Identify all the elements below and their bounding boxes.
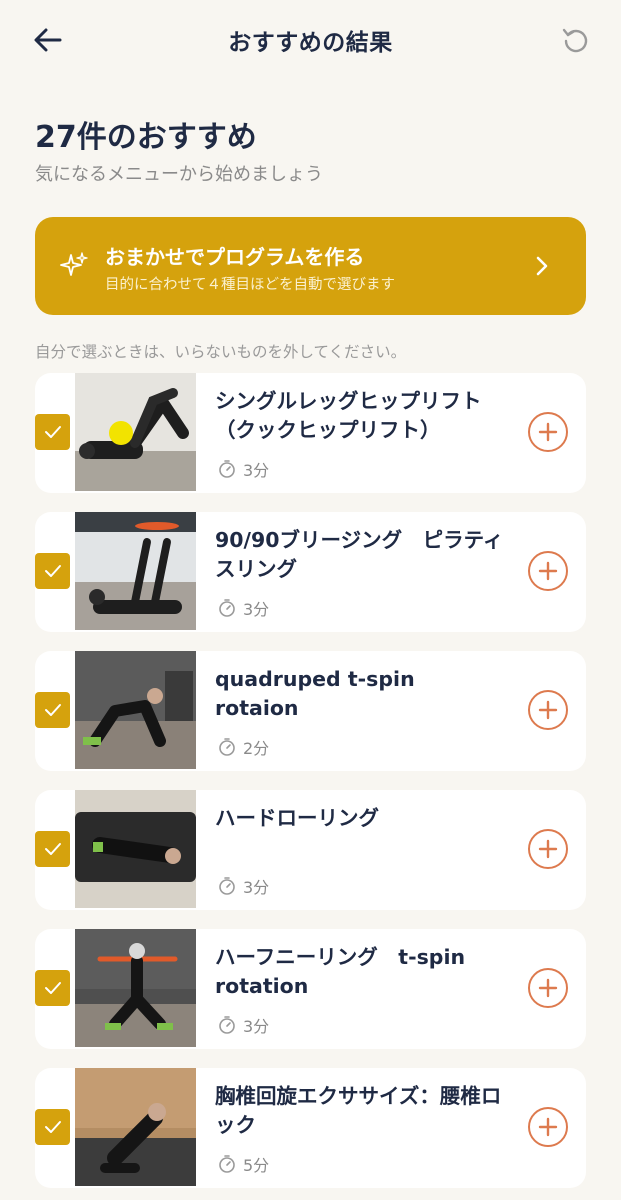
add-exercise-button[interactable] [528, 968, 568, 1008]
duration-text: 3分 [243, 878, 270, 897]
duration-text: 3分 [243, 461, 270, 480]
exercise-duration: 3分 [217, 1013, 269, 1037]
exercise-thumbnail [75, 1068, 196, 1186]
stopwatch-icon [219, 1016, 235, 1034]
exercise-name: 胸椎回旋エクササイズ：腰椎ロック [215, 1084, 502, 1137]
selection-hint: 自分で選ぶときは、いらないものを外してください。 [35, 343, 407, 361]
plus-icon [538, 839, 558, 859]
exercise-card[interactable]: quadruped t-spin rotaion 2分 [35, 651, 586, 771]
exercise-checkbox[interactable] [35, 831, 70, 867]
exercise-checkbox[interactable] [35, 553, 70, 589]
arrow-left-icon [34, 28, 62, 52]
exercise-name: quadruped t-spin rotaion [215, 667, 415, 720]
exercise-name: ハーフニーリング t-spin rotation [215, 945, 466, 998]
exercise-card[interactable]: ハーフニーリング t-spin rotation 3分 [35, 929, 586, 1049]
plus-icon [538, 700, 558, 720]
exercise-thumbnail [75, 373, 196, 491]
exercise-thumbnail [75, 929, 196, 1047]
stopwatch-icon [219, 599, 235, 617]
duration-text: 5分 [243, 1156, 270, 1175]
exercise-card[interactable]: ハードローリング 3分 [35, 790, 586, 910]
chevron-right-icon [536, 256, 548, 276]
check-icon [44, 704, 61, 716]
exercise-duration: 3分 [217, 457, 269, 481]
exercise-checkbox[interactable] [35, 970, 70, 1006]
exercise-card[interactable]: シングルレッグヒップリフト（クックヒップリフト） 3分 [35, 373, 586, 493]
exercise-duration: 2分 [217, 735, 269, 759]
exercise-checkbox[interactable] [35, 692, 70, 728]
exercise-duration: 3分 [217, 874, 269, 898]
exercise-thumbnail [75, 651, 196, 769]
exercise-card[interactable]: 胸椎回旋エクササイズ：腰椎ロック 5分 [35, 1068, 586, 1188]
exercise-name: シングルレッグヒップリフト（クックヒップリフト） [215, 389, 482, 442]
duration-text: 2分 [243, 739, 270, 758]
stopwatch-icon [219, 877, 235, 895]
add-exercise-button[interactable] [528, 829, 568, 869]
reset-icon [562, 28, 588, 53]
check-icon [44, 843, 61, 855]
stopwatch-icon [219, 738, 235, 756]
result-count-title: 27件のおすすめ [35, 120, 257, 155]
exercise-checkbox[interactable] [35, 414, 70, 450]
add-exercise-button[interactable] [528, 1107, 568, 1147]
exercise-checkbox[interactable] [35, 1109, 70, 1145]
exercise-duration: 5分 [217, 1152, 269, 1176]
add-exercise-button[interactable] [528, 412, 568, 452]
stopwatch-icon [219, 460, 235, 478]
back-button[interactable] [30, 22, 66, 58]
plus-icon [538, 978, 558, 998]
plus-icon [538, 561, 558, 581]
stopwatch-icon [219, 1155, 235, 1173]
add-exercise-button[interactable] [528, 690, 568, 730]
duration-text: 3分 [243, 1017, 270, 1036]
check-icon [44, 982, 61, 994]
plus-icon [538, 1117, 558, 1137]
page-title: おすすめの結果 [228, 30, 393, 56]
check-icon [44, 1121, 61, 1133]
auto-program-sublabel: 目的に合わせて４種目ほどを自動で選びます [105, 277, 395, 293]
sparkle-icon [60, 252, 88, 276]
exercise-name: 90/90ブリージング ピラティスリング [215, 528, 504, 581]
exercise-duration: 3分 [217, 596, 269, 620]
exercise-thumbnail [75, 512, 196, 630]
auto-program-label: おまかせでプログラムを作る [105, 245, 365, 269]
exercise-name: ハードローリング [215, 806, 379, 830]
duration-text: 3分 [243, 600, 270, 619]
check-icon [44, 565, 61, 577]
check-icon [44, 426, 61, 438]
result-count-subtitle: 気になるメニューから始めましょう [35, 164, 323, 185]
header: おすすめの結果 [0, 0, 621, 80]
plus-icon [538, 422, 558, 442]
exercise-thumbnail [75, 790, 196, 908]
reset-button[interactable] [557, 21, 595, 59]
add-exercise-button[interactable] [528, 551, 568, 591]
exercise-card[interactable]: 90/90ブリージング ピラティスリング 3分 [35, 512, 586, 632]
auto-program-button[interactable]: おまかせでプログラムを作る 目的に合わせて４種目ほどを自動で選びます [35, 217, 586, 315]
